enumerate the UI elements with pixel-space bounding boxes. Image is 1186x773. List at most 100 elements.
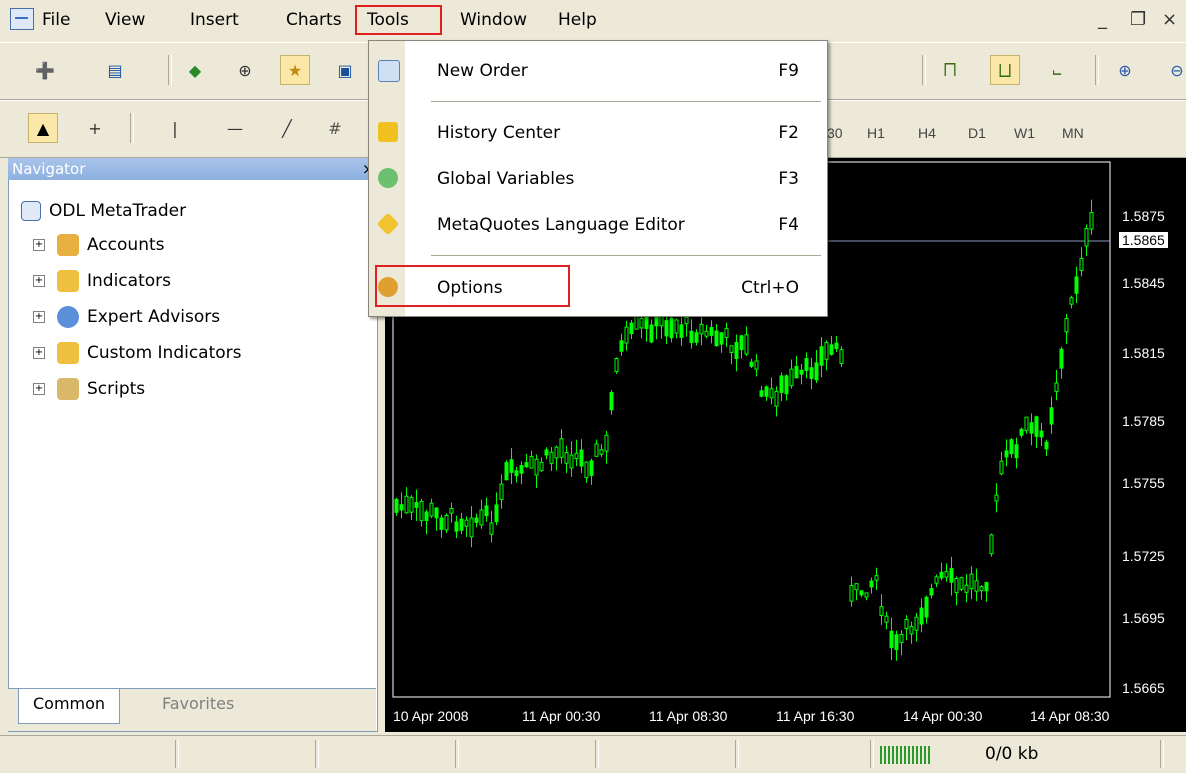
candle-body [429,502,434,517]
menu-insert[interactable]: Insert [190,10,239,30]
candle-body [759,390,764,397]
tree-item-scripts[interactable]: + Scripts [33,375,145,403]
horizontal-line-icon[interactable]: — [220,113,250,143]
candle-body [1064,318,1069,333]
menu-help[interactable]: Help [558,10,597,30]
candle-body [539,461,544,472]
candle-body [529,455,534,469]
menu-window[interactable]: Window [460,10,527,30]
menu-charts[interactable]: Charts [286,10,342,30]
tree-item-indicators[interactable]: + Indicators [33,267,171,295]
timeframe-d1[interactable]: D1 [968,125,986,141]
candle-body [944,571,949,578]
candle-body [469,517,474,538]
menu-item-label: New Order [437,61,528,81]
status-divider [455,740,459,768]
candle-body [884,615,889,623]
candle-body [1089,212,1094,230]
candle-body [779,375,784,393]
candle-body [484,505,489,517]
expert-advisors-icon [57,306,79,328]
candle-body [1049,407,1054,425]
candle-body [809,367,814,380]
timeframe-h4[interactable]: H4 [918,125,936,141]
market-watch-icon[interactable]: ◆ [180,55,210,85]
vertical-line-icon[interactable]: | [160,113,190,143]
zoom-in-icon[interactable]: ⊕ [1110,55,1140,85]
timeframe-m30[interactable]: 30 [827,125,843,141]
tree-item-custom-indicators[interactable]: + Custom Indicators [33,339,242,367]
menu-item-label: MetaQuotes Language Editor [437,215,685,235]
terminal-icon[interactable]: ▣ [330,55,360,85]
timeframe-h1[interactable]: H1 [867,125,885,141]
candle-body [674,319,679,334]
navigator-icon[interactable]: ★ [280,55,310,85]
candle-body [849,585,854,602]
candle-body [769,388,774,399]
channel-icon[interactable]: # [320,113,350,143]
candle-body [824,342,829,360]
indicators-icon [57,270,79,292]
trendline-icon[interactable]: ╱ [272,113,302,143]
candle-body [1069,297,1074,305]
status-bar: 0/0 kb [0,735,1186,773]
metatrader-icon [21,201,41,221]
candle-body [1079,257,1084,271]
expand-icon[interactable]: + [33,347,45,359]
app-icon[interactable] [10,8,34,30]
candle-body [434,507,439,519]
cursor-icon[interactable]: ▲ [28,113,58,143]
tools-menu-highlight [355,5,442,35]
crosshair-tool-icon[interactable]: + [80,113,110,143]
toolbar-separator [922,55,926,85]
candle-body [689,330,694,343]
bar-chart-icon[interactable]: ⨅ [935,55,965,85]
timeframe-w1[interactable]: W1 [1014,125,1035,141]
candle-body [1054,382,1059,392]
tree-root[interactable]: ODL MetaTrader [21,197,186,225]
candle-body [959,577,964,590]
expand-icon[interactable]: + [33,311,45,323]
menu-item-history-center[interactable]: History Center F2 [369,115,827,149]
candle-body [659,316,664,327]
minimize-button[interactable]: _ [1098,9,1107,30]
candlestick-chart-icon[interactable]: ⨆ [990,55,1020,85]
candle-body [839,349,844,365]
profiles-icon[interactable]: ▤ [100,55,130,85]
timeframe-mn[interactable]: MN [1062,125,1084,141]
menu-item-new-order[interactable]: New Order F9 [369,53,827,87]
new-chart-icon[interactable]: ➕ [30,55,60,85]
menu-item-global-variables[interactable]: Global Variables F3 [369,161,827,195]
menu-file[interactable]: File [42,10,70,30]
expand-icon[interactable]: + [33,275,45,287]
candle-body [424,511,429,522]
tab-favorites[interactable]: Favorites [148,689,248,723]
status-divider [735,740,739,768]
candle-body [1059,348,1064,369]
menu-item-metaquotes-language-editor[interactable]: MetaQuotes Language Editor F4 [369,207,827,241]
candle-body [829,344,834,355]
candle-body [394,498,399,513]
candle-body [399,504,404,511]
line-chart-icon[interactable]: ⨽ [1042,55,1072,85]
candle-body [679,324,684,338]
candle-body [444,514,449,531]
candle-body [1074,276,1079,294]
price-label: 1.5815 [1122,345,1165,361]
expand-icon[interactable]: + [33,383,45,395]
menu-item-shortcut: F3 [778,169,799,189]
restore-button[interactable]: ❐ [1130,9,1146,30]
candle-body [954,577,959,594]
candle-body [804,358,809,371]
close-button[interactable]: × [1162,9,1177,30]
zoom-out-icon[interactable]: ⊖ [1162,55,1186,85]
candle-body [854,583,859,591]
tree-item-expert-advisors[interactable]: + Expert Advisors [33,303,220,331]
tree-item-accounts[interactable]: + Accounts [33,231,165,259]
candle-body [789,368,794,387]
menu-view[interactable]: View [105,10,145,30]
crosshair-icon[interactable]: ⊕ [230,55,260,85]
expand-icon[interactable]: + [33,239,45,251]
tab-common[interactable]: Common [18,689,121,724]
metaeditor-icon [376,212,400,236]
